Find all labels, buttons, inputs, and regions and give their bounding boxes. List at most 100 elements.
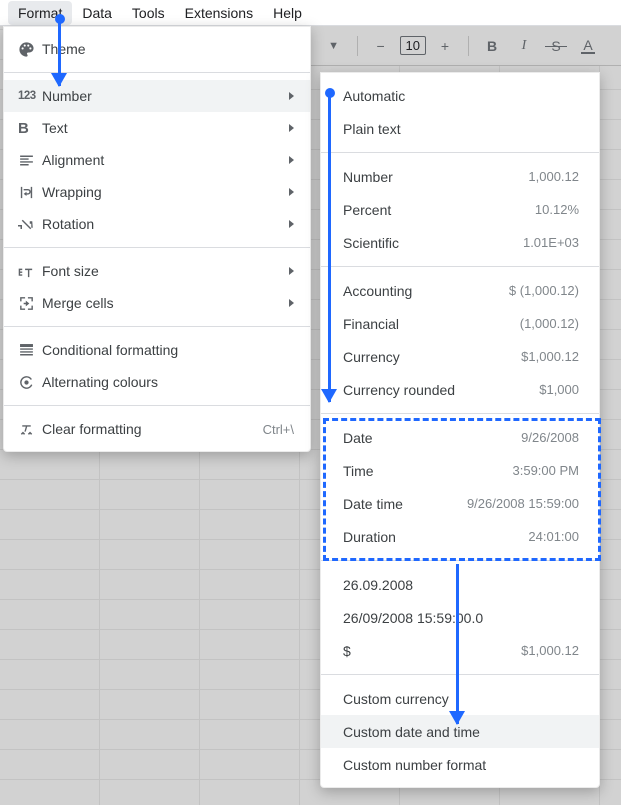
menu-label: Alternating colours (42, 374, 158, 390)
wrap-icon (18, 184, 42, 201)
number-icon: 123 (18, 90, 42, 102)
menu-clear-formatting[interactable]: Clear formatting Ctrl+\ (4, 413, 310, 445)
submenu-locale-date[interactable]: 26.09.2008 (321, 568, 599, 601)
menu-font-size[interactable]: Font size (4, 255, 310, 287)
menu-label: Scientific (343, 235, 523, 251)
number-submenu: Automatic Plain text Number1,000.12 Perc… (320, 72, 600, 788)
submenu-arrow-icon (289, 188, 294, 196)
clear-format-icon (18, 421, 42, 438)
submenu-currency-rounded[interactable]: Currency rounded$1,000 (321, 373, 599, 406)
menu-rotation[interactable]: Rotation (4, 208, 310, 240)
format-example: 9/26/2008 (521, 430, 579, 445)
menu-label: Percent (343, 202, 535, 218)
submenu-scientific[interactable]: Scientific1.01E+03 (321, 226, 599, 259)
submenu-currency[interactable]: Currency$1,000.12 (321, 340, 599, 373)
format-example: 9/26/2008 15:59:00 (467, 496, 579, 511)
menubar-format[interactable]: Format (8, 1, 72, 25)
menu-number[interactable]: 123 Number (4, 80, 310, 112)
alternating-colours-icon (18, 374, 42, 391)
submenu-time[interactable]: Time3:59:00 PM (321, 454, 599, 487)
menu-alignment[interactable]: Alignment (4, 144, 310, 176)
menu-label: $ (343, 643, 521, 659)
submenu-percent[interactable]: Percent10.12% (321, 193, 599, 226)
merge-icon (18, 295, 42, 312)
menu-label: 26.09.2008 (343, 577, 579, 593)
menu-label: Automatic (343, 88, 579, 104)
menu-label: Custom currency (343, 691, 579, 707)
menu-label: Theme (42, 41, 86, 57)
submenu-arrow-icon (289, 124, 294, 132)
menu-divider (321, 266, 599, 267)
menu-label: Number (42, 88, 92, 104)
menu-label: Currency rounded (343, 382, 539, 398)
bold-icon: B (18, 120, 42, 137)
format-example: 1,000.12 (528, 169, 579, 184)
submenu-custom-date-time[interactable]: Custom date and time (321, 715, 599, 748)
submenu-locale-datetime[interactable]: 26/09/2008 15:59:00.0 (321, 601, 599, 634)
menu-text[interactable]: B Text (4, 112, 310, 144)
menu-alternating-colours[interactable]: Alternating colours (4, 366, 310, 398)
menu-label: Date time (343, 496, 467, 512)
menu-label: Financial (343, 316, 520, 332)
submenu-financial[interactable]: Financial(1,000.12) (321, 307, 599, 340)
menu-label: Date (343, 430, 521, 446)
submenu-number[interactable]: Number1,000.12 (321, 160, 599, 193)
submenu-plain-text[interactable]: Plain text (321, 112, 599, 145)
menu-theme[interactable]: Theme (4, 33, 310, 65)
format-example: 1.01E+03 (523, 235, 579, 250)
menubar-extensions[interactable]: Extensions (175, 1, 263, 25)
submenu-arrow-icon (289, 267, 294, 275)
menu-divider (321, 152, 599, 153)
submenu-custom-number-format[interactable]: Custom number format (321, 748, 599, 781)
bold-button[interactable]: B (479, 33, 505, 59)
menu-divider (321, 413, 599, 414)
menubar-help[interactable]: Help (263, 1, 312, 25)
menu-label: Accounting (343, 283, 509, 299)
font-size-increase-button[interactable]: + (432, 33, 458, 59)
text-color-button[interactable]: A (575, 33, 601, 59)
menu-wrapping[interactable]: Wrapping (4, 176, 310, 208)
toolbar-separator (468, 36, 469, 56)
menu-shortcut: Ctrl+\ (263, 422, 294, 437)
submenu-arrow-icon (289, 92, 294, 100)
submenu-automatic[interactable]: Automatic (321, 79, 599, 112)
rotation-icon (18, 216, 42, 233)
menu-label: Number (343, 169, 528, 185)
menu-label: Custom date and time (343, 724, 579, 740)
font-size-input[interactable]: 10 (400, 36, 426, 55)
menu-label: Currency (343, 349, 521, 365)
submenu-arrow-icon (289, 299, 294, 307)
format-example: 3:59:00 PM (513, 463, 580, 478)
menu-label: Merge cells (42, 295, 114, 311)
menu-label: Duration (343, 529, 528, 545)
font-size-decrease-button[interactable]: − (368, 33, 394, 59)
font-size-icon (18, 263, 42, 280)
strikethrough-button[interactable]: S (543, 33, 569, 59)
conditional-format-icon (18, 342, 42, 359)
menu-divider (321, 560, 599, 561)
caret-down-icon[interactable]: ▼ (321, 33, 347, 59)
submenu-dollar[interactable]: $$1,000.12 (321, 634, 599, 667)
menu-label: Wrapping (42, 184, 102, 200)
submenu-custom-currency[interactable]: Custom currency (321, 682, 599, 715)
menu-merge-cells[interactable]: Merge cells (4, 287, 310, 319)
submenu-date-time[interactable]: Date time9/26/2008 15:59:00 (321, 487, 599, 520)
menu-divider (321, 674, 599, 675)
italic-button[interactable]: I (511, 33, 537, 59)
toolbar-separator (357, 36, 358, 56)
format-example: 24:01:00 (528, 529, 579, 544)
submenu-duration[interactable]: Duration24:01:00 (321, 520, 599, 553)
menubar-tools[interactable]: Tools (122, 1, 175, 25)
menu-conditional-formatting[interactable]: Conditional formatting (4, 334, 310, 366)
menu-divider (4, 72, 310, 73)
menu-label: Time (343, 463, 513, 479)
menu-label: Alignment (42, 152, 104, 168)
format-example: $ (1,000.12) (509, 283, 579, 298)
format-example: (1,000.12) (520, 316, 579, 331)
menubar-data[interactable]: Data (72, 1, 122, 25)
menubar: Format Data Tools Extensions Help (0, 0, 621, 26)
submenu-accounting[interactable]: Accounting$ (1,000.12) (321, 274, 599, 307)
menu-label: Font size (42, 263, 99, 279)
menu-divider (4, 405, 310, 406)
submenu-date[interactable]: Date9/26/2008 (321, 421, 599, 454)
